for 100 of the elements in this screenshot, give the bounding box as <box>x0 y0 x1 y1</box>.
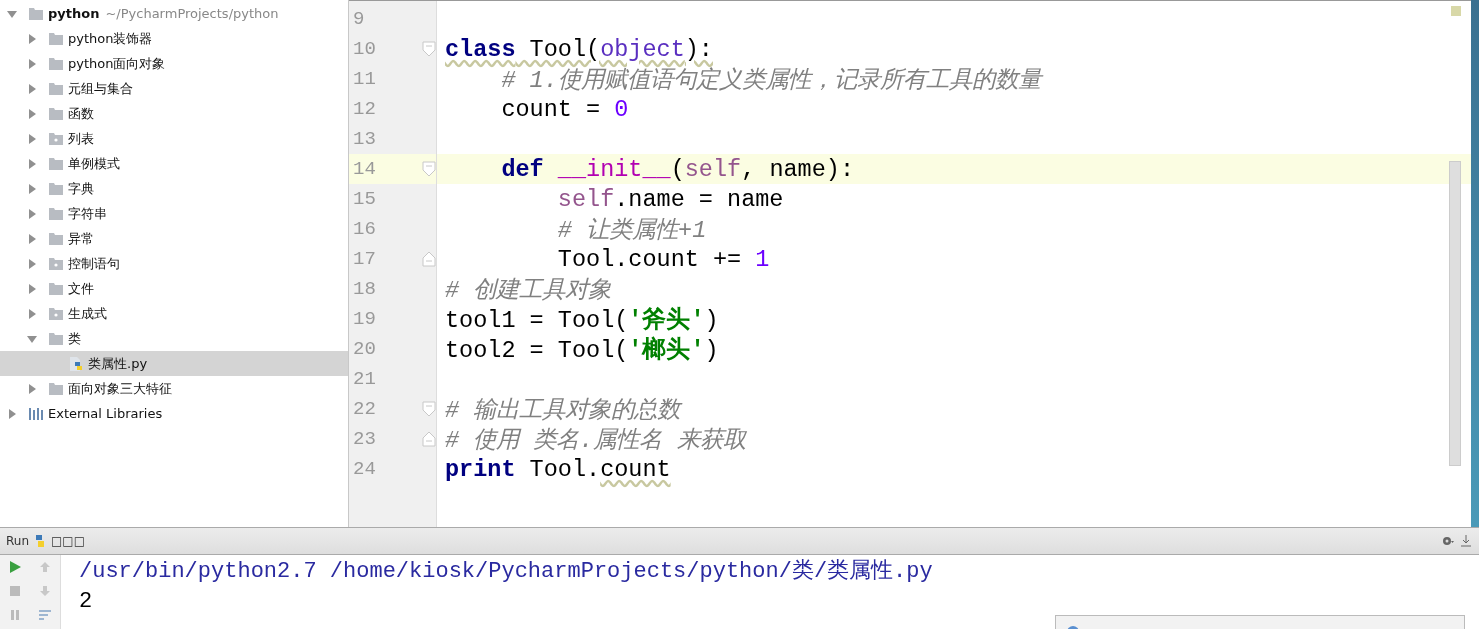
code-line: self.name = name <box>556 185 784 213</box>
tree-item[interactable]: 文件 <box>0 276 348 301</box>
code-line: count = 0 <box>500 95 629 123</box>
expand-arrow-icon[interactable] <box>26 307 38 320</box>
tree-item-label: python装饰器 <box>68 29 153 48</box>
tree-item[interactable]: 面向对象三大特征 <box>0 376 348 401</box>
tree-item-label: 类 <box>68 329 81 348</box>
line-number: 12 <box>353 98 376 120</box>
expand-arrow-icon[interactable] <box>26 107 38 120</box>
console-line: 2 <box>79 588 94 616</box>
expand-arrow-icon[interactable] <box>26 157 38 170</box>
tree-item-label: 元组与集合 <box>68 79 133 98</box>
fold-icon[interactable] <box>422 161 436 177</box>
wrap-icon[interactable] <box>38 608 52 622</box>
scrollbar[interactable] <box>1449 161 1461 466</box>
tree-item[interactable]: External Libraries <box>0 401 348 426</box>
line-number: 24 <box>353 458 376 480</box>
line-number: 16 <box>353 218 376 240</box>
project-path: ~/PycharmProjects/python <box>105 6 279 21</box>
python-file-icon <box>68 356 84 371</box>
code-line: def __init__(self, name): <box>500 155 854 183</box>
tree-item[interactable]: 列表 <box>0 126 348 151</box>
line-number: 11 <box>353 68 376 90</box>
tree-item[interactable]: 生成式 <box>0 301 348 326</box>
fold-icon[interactable] <box>422 401 436 417</box>
run-tab[interactable]: □□□ <box>51 534 86 548</box>
run-icon[interactable] <box>8 560 22 574</box>
expand-arrow-icon[interactable] <box>26 382 38 395</box>
status-marker <box>1451 6 1461 16</box>
tree-item-label: 字典 <box>68 179 94 198</box>
tree-item-label: 生成式 <box>68 304 107 323</box>
tree-item-label: 单例模式 <box>68 154 120 173</box>
line-number: 15 <box>353 188 376 210</box>
code-line: Tool.count += 1 <box>556 245 770 273</box>
code-line: # 输出工具对象的总数 <box>445 396 681 425</box>
line-number: 21 <box>353 368 376 390</box>
stop-icon[interactable] <box>8 584 22 598</box>
tree-item-label: 异常 <box>68 229 94 248</box>
folder-icon <box>48 331 64 346</box>
code-line: # 创建工具对象 <box>445 276 612 305</box>
tree-item-label: 函数 <box>68 104 94 123</box>
folder-icon <box>48 81 64 96</box>
fold-icon[interactable] <box>422 41 436 57</box>
expand-arrow-icon[interactable] <box>6 407 18 420</box>
expand-arrow-icon[interactable] <box>26 57 38 70</box>
tree-item[interactable]: 函数 <box>0 101 348 126</box>
line-number: 22 <box>353 398 376 420</box>
line-number: 10 <box>353 38 376 60</box>
expand-arrow-icon[interactable] <box>26 282 38 295</box>
expand-arrow-icon[interactable] <box>26 132 38 145</box>
code-line: # 使用 类名.属性名 来获取 <box>445 426 746 455</box>
tree-item[interactable]: python ~/PycharmProjects/python <box>0 1 348 26</box>
line-number: 20 <box>353 338 376 360</box>
expand-arrow-icon[interactable] <box>26 182 38 195</box>
tree-item-label: python面向对象 <box>68 54 166 73</box>
expand-arrow-icon[interactable] <box>26 32 38 45</box>
folder-icon <box>48 106 64 121</box>
tree-item[interactable]: 字典 <box>0 176 348 201</box>
tree-item-label: 字符串 <box>68 204 107 223</box>
folder-icon <box>28 6 44 21</box>
pause-icon[interactable] <box>8 608 22 622</box>
tree-item-label: 类属性.py <box>88 354 148 373</box>
tree-item[interactable]: 控制语句 <box>0 251 348 276</box>
tree-item[interactable]: 字符串 <box>0 201 348 226</box>
line-number: 18 <box>353 278 376 300</box>
run-panel-title: Run <box>6 534 29 548</box>
tree-item-label: External Libraries <box>48 406 163 421</box>
tree-item-label: 控制语句 <box>68 254 120 273</box>
line-number: 14 <box>353 158 376 180</box>
line-number: 13 <box>353 128 376 150</box>
code-line: tool2 = Tool('榔头') <box>445 335 719 365</box>
expand-arrow-icon[interactable] <box>26 207 38 220</box>
tree-item[interactable]: python面向对象 <box>0 51 348 76</box>
folder-icon <box>48 181 64 196</box>
library-icon <box>28 406 44 421</box>
line-number: 17 <box>353 248 376 270</box>
tree-item[interactable]: 单例模式 <box>0 151 348 176</box>
tree-item[interactable]: python装饰器 <box>0 26 348 51</box>
fold-end-icon[interactable] <box>422 431 436 447</box>
package-folder-icon <box>48 131 64 146</box>
settings-icon[interactable] <box>1441 534 1455 548</box>
line-number: 23 <box>353 428 376 450</box>
console-line: /usr/bin/python2.7 /home/kiosk/PycharmProjects/python/类/类属性.py <box>79 558 934 586</box>
tree-item[interactable]: 元组与集合 <box>0 76 348 101</box>
tree-item[interactable]: 类属性.py <box>0 351 348 376</box>
tree-item-label: 列表 <box>68 129 94 148</box>
hide-icon[interactable] <box>1459 534 1473 548</box>
folder-icon <box>48 206 64 221</box>
expand-arrow-icon[interactable] <box>26 232 38 245</box>
python-icon <box>33 534 47 548</box>
expand-arrow-icon[interactable] <box>26 82 38 95</box>
tree-item[interactable]: 异常 <box>0 226 348 251</box>
folder-icon <box>48 231 64 246</box>
tree-item[interactable]: 类 <box>0 326 348 351</box>
expand-arrow-icon[interactable] <box>26 257 38 270</box>
fold-end-icon[interactable] <box>422 251 436 267</box>
folder-icon <box>48 56 64 71</box>
line-number: 19 <box>353 308 376 330</box>
folder-icon <box>48 31 64 46</box>
folder-icon <box>48 381 64 396</box>
